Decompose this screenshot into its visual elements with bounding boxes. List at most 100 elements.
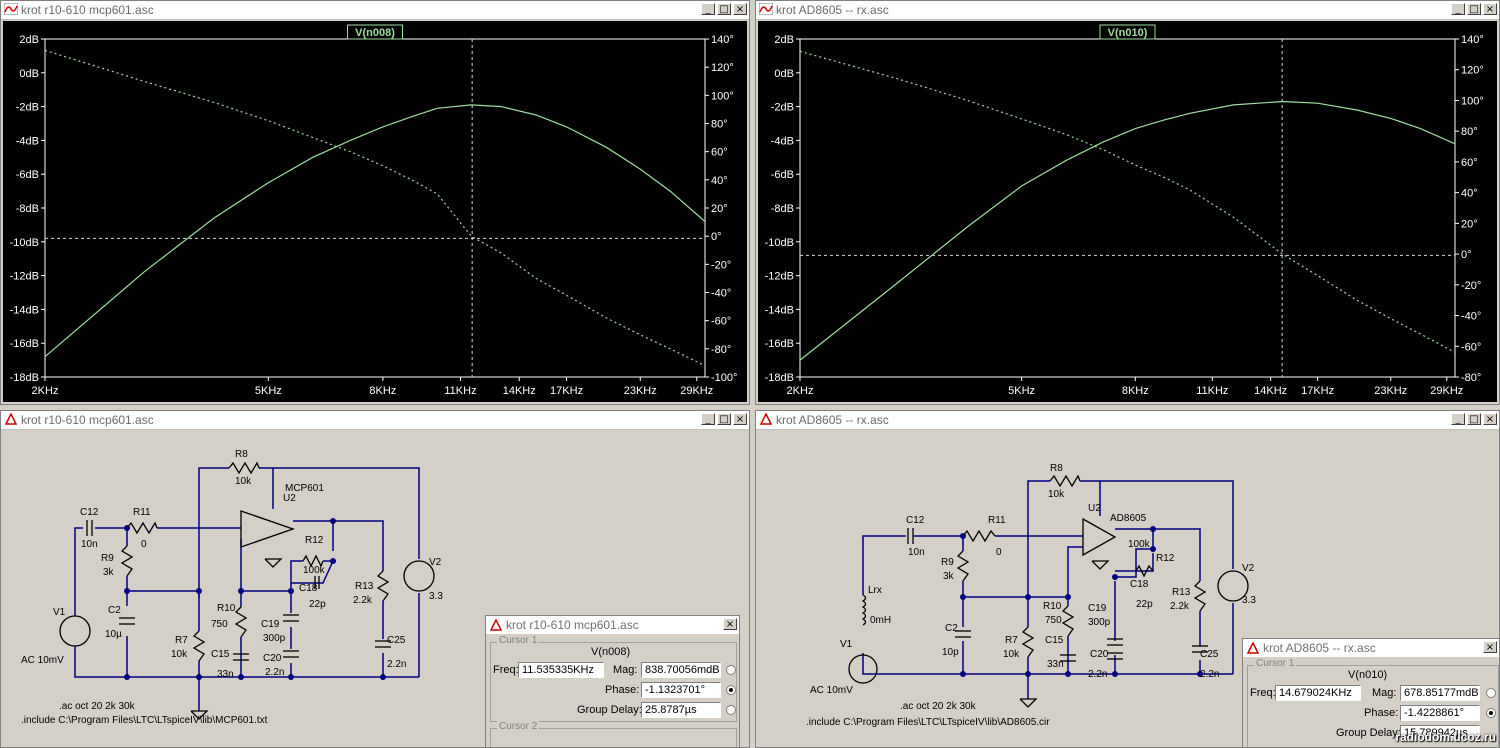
x-tick-label: 14KHz bbox=[1254, 385, 1287, 397]
label-r11: R11 bbox=[988, 515, 1006, 526]
group-delay-field[interactable]: 25.8787µs bbox=[641, 702, 721, 718]
waveform-icon bbox=[4, 3, 18, 15]
plot-frame bbox=[799, 38, 1456, 378]
close-button[interactable]: × bbox=[723, 618, 737, 630]
y2-tick-label: -80° bbox=[711, 344, 731, 356]
plot-window-left[interactable]: krot r10-610 mcp601.asc _ □ × 2dB 0dB -2dB… bbox=[0, 0, 750, 405]
dialog-title-bar[interactable]: krot AD8605 -- rx.asc × bbox=[1243, 639, 1499, 657]
plot-window-right[interactable]: krot AD8605 -- rx.asc _ □ × 2dB 0dB -2dB -4… bbox=[755, 0, 1500, 405]
maximize-button[interactable]: □ bbox=[1467, 413, 1481, 425]
x-tick-label: 17KHz bbox=[1301, 385, 1334, 397]
y2-tick-label: 20° bbox=[1461, 218, 1478, 230]
close-button[interactable]: × bbox=[733, 3, 747, 15]
y2-tick-label: -20° bbox=[711, 259, 731, 271]
phase-radio[interactable] bbox=[1486, 708, 1496, 718]
title-bar[interactable]: krot r10-610 mcp601.asc _ □ × bbox=[1, 411, 749, 430]
mag-radio[interactable] bbox=[1486, 688, 1496, 698]
phase-label: Phase: bbox=[605, 684, 640, 696]
cursor1-group-label: Cursor 1 bbox=[497, 635, 540, 646]
maximize-button[interactable]: □ bbox=[717, 413, 731, 425]
mag-label: Mag: bbox=[613, 664, 638, 676]
label-r13-value: 2.2k bbox=[1170, 601, 1190, 612]
y-tick-label: -2dB bbox=[771, 102, 794, 114]
cursor1-group: Cursor 1 V(n008) Freq: 11.535335KHz Mag:… bbox=[490, 635, 737, 722]
label-ac-source: AC 10mV bbox=[810, 685, 853, 696]
y2-tick-label: 120° bbox=[711, 62, 734, 74]
y-tick-label: -18dB bbox=[765, 372, 794, 384]
freq-field[interactable]: 11.535335KHz bbox=[518, 662, 604, 678]
label-r12: R12 bbox=[305, 535, 324, 546]
label-c2: C2 bbox=[945, 623, 958, 634]
phase-trace bbox=[799, 50, 1456, 353]
plot-pane[interactable]: 2dB 0dB -2dB -4dB -6dB -8dB -10dB -12dB -14dB -16… bbox=[758, 21, 1497, 402]
x-tick-label: 5KHz bbox=[255, 385, 282, 397]
label-c25-value: 2.2n bbox=[387, 659, 406, 670]
x-tick-label: 8KHz bbox=[369, 385, 396, 397]
title-bar[interactable]: krot AD8605 -- rx.asc _ □ × bbox=[756, 411, 1499, 430]
close-button[interactable]: × bbox=[1483, 413, 1497, 425]
window-title: krot r10-610 mcp601.asc bbox=[21, 413, 154, 427]
bode-plot[interactable]: 2dB 0dB -2dB -4dB -6dB -8dB -10dB -12dB -14dB -16… bbox=[758, 21, 1499, 404]
trace-name: V(n010) bbox=[1348, 669, 1388, 681]
cursor1-group-label: Cursor 1 bbox=[1254, 658, 1297, 669]
label-r8-value: 10k bbox=[1048, 489, 1065, 500]
x-tick-label: 23KHz bbox=[1374, 385, 1407, 397]
close-button[interactable]: × bbox=[1483, 641, 1497, 653]
label-r8: R8 bbox=[235, 449, 248, 460]
y2-tick-label: -60° bbox=[711, 316, 731, 328]
freq-label: Freq: bbox=[493, 664, 519, 676]
label-c20-value: 2.2n bbox=[265, 667, 284, 678]
x-tick-label: 29KHz bbox=[680, 385, 713, 397]
minimize-button[interactable]: _ bbox=[701, 413, 715, 425]
maximize-button[interactable]: □ bbox=[1467, 3, 1481, 15]
label-c2-value: 10µ bbox=[105, 629, 122, 640]
close-button[interactable]: × bbox=[733, 413, 747, 425]
close-button[interactable]: × bbox=[1483, 3, 1497, 15]
maximize-button[interactable]: □ bbox=[717, 3, 731, 15]
mag-field[interactable]: 678.85177mdB bbox=[1400, 685, 1480, 701]
y-tick-label: -12dB bbox=[765, 271, 794, 283]
y-tick-label: -16dB bbox=[10, 338, 39, 350]
cursor2-group: Cursor 2 bbox=[490, 721, 737, 747]
label-r8: R8 bbox=[1050, 463, 1063, 474]
phase-field[interactable]: -1.1323701° bbox=[641, 682, 721, 698]
label-opamp: AD8605 bbox=[1110, 513, 1147, 524]
mag-label: Mag: bbox=[1372, 687, 1397, 699]
minimize-button[interactable]: _ bbox=[701, 3, 715, 15]
y2-tick-label: 60° bbox=[711, 147, 728, 159]
title-bar[interactable]: krot AD8605 -- rx.asc _ □ × bbox=[756, 1, 1499, 20]
y2-tick-label: 140° bbox=[711, 34, 734, 46]
freq-field[interactable]: 14.679024KHz bbox=[1275, 685, 1361, 701]
plot-pane[interactable]: 2dB 0dB -2dB -4dB -6dB -8dB -10dB -12dB -14dB -16… bbox=[3, 21, 747, 402]
phase-trace bbox=[44, 49, 706, 367]
bode-plot[interactable]: 2dB 0dB -2dB -4dB -6dB -8dB -10dB -12dB -14dB -16… bbox=[3, 21, 749, 404]
y2-tick-label: 20° bbox=[711, 203, 728, 215]
label-c18-value: 22p bbox=[309, 599, 326, 610]
group-delay-radio[interactable] bbox=[726, 705, 736, 715]
label-c20: C20 bbox=[1090, 649, 1109, 660]
phase-radio[interactable] bbox=[726, 685, 736, 695]
minimize-button[interactable]: _ bbox=[1451, 413, 1465, 425]
waveform-icon bbox=[759, 3, 773, 15]
y-tick-label: -4dB bbox=[771, 135, 794, 147]
y-tick-label: 2dB bbox=[774, 34, 794, 46]
dialog-title-bar[interactable]: krot r10-610 mcp601.asc × bbox=[486, 616, 739, 634]
label-c2: C2 bbox=[108, 605, 121, 616]
x-tick-label: 11KHz bbox=[444, 385, 476, 397]
phase-field[interactable]: -1.4228861° bbox=[1400, 705, 1480, 721]
label-c15: C15 bbox=[1045, 635, 1064, 646]
title-bar[interactable]: krot r10-610 mcp601.asc _ □ × bbox=[1, 1, 749, 20]
minimize-button[interactable]: _ bbox=[1451, 3, 1465, 15]
cursor-dialog-left[interactable]: krot r10-610 mcp601.asc × Cursor 1 V(n00… bbox=[485, 615, 740, 748]
x-tick-label: 14KHz bbox=[503, 385, 536, 397]
label-r7: R7 bbox=[175, 635, 188, 646]
window-title: krot AD8605 -- rx.asc bbox=[776, 413, 889, 427]
y2-tick-label: 140° bbox=[1461, 34, 1484, 46]
component-labels: R8 10k U2 AD8605 C12 10n R11 0 R9 3k 100… bbox=[806, 463, 1256, 728]
mag-field[interactable]: 838.70056mdB bbox=[641, 662, 721, 678]
label-c15-value: 33n bbox=[1047, 659, 1064, 670]
mag-radio[interactable] bbox=[726, 665, 736, 675]
label-r12-value: 100k bbox=[303, 565, 326, 576]
label-r11: R11 bbox=[133, 507, 151, 518]
x-tick-label: 8KHz bbox=[1122, 385, 1149, 397]
